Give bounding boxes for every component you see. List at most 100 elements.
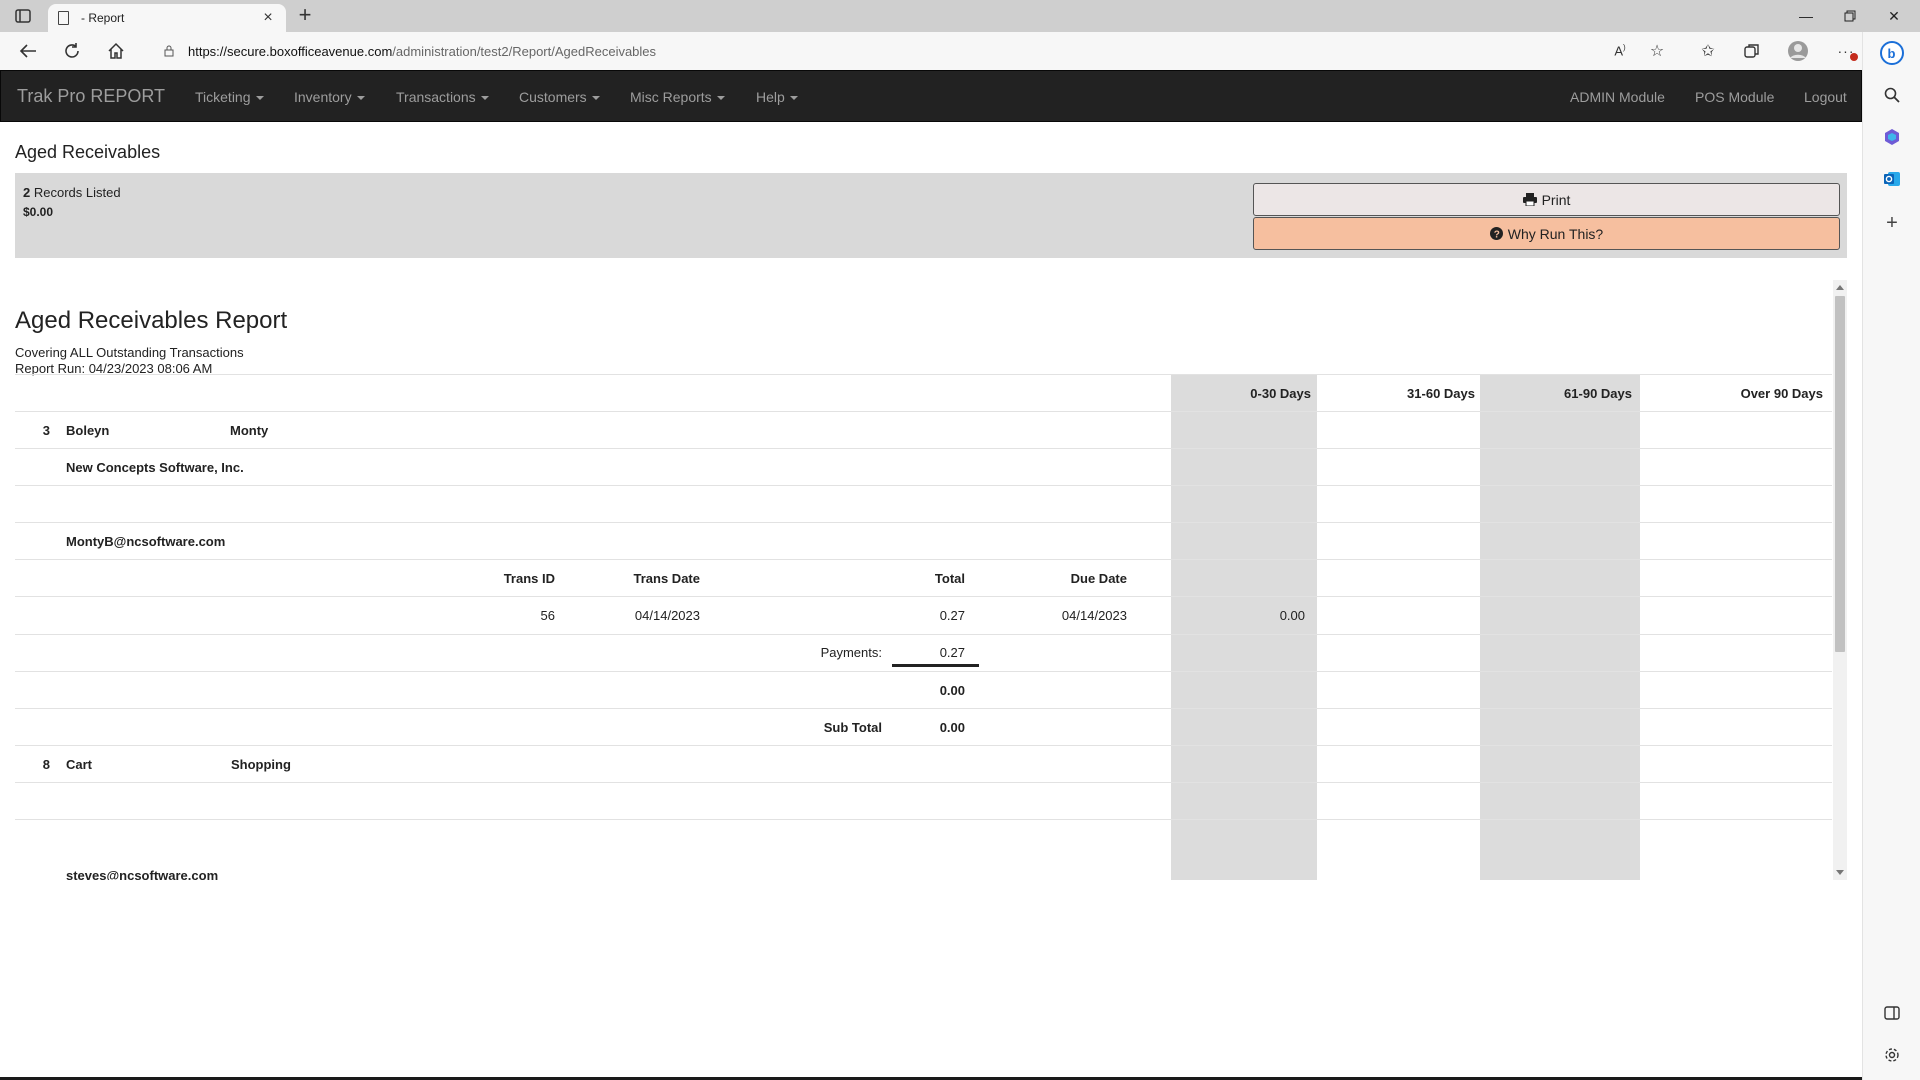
row-divider (15, 634, 1832, 635)
menu-inventory[interactable]: Inventory (294, 89, 365, 105)
question-circle-icon: ? (1489, 227, 1503, 241)
row-divider (15, 745, 1832, 746)
admin-module-link[interactable]: ADMIN Module (1570, 89, 1665, 105)
page-document-icon (58, 11, 69, 25)
browser-tab[interactable]: - Report × (48, 4, 286, 32)
office-icon[interactable] (1879, 124, 1905, 150)
header-over-90-days: Over 90 Days (1740, 386, 1823, 401)
sidebar-settings-icon[interactable] (1879, 1042, 1905, 1068)
subtotal-amount: 0.00 (939, 720, 965, 735)
menu-transactions[interactable]: Transactions (396, 89, 489, 105)
report-container: Aged Receivables Report Covering ALL Out… (15, 280, 1832, 880)
page-title: Aged Receivables (15, 142, 161, 162)
collections-icon[interactable] (1740, 39, 1764, 63)
header-0-30-days: 0-30 Days (1250, 386, 1311, 401)
row-divider (15, 411, 1832, 412)
header-total: Total (934, 571, 965, 586)
pos-module-link[interactable]: POS Module (1695, 89, 1774, 105)
row-divider (15, 708, 1832, 709)
close-window-icon[interactable]: ✕ (1872, 0, 1916, 32)
caret-down-icon (716, 96, 725, 101)
trans-id: 56 (540, 608, 555, 623)
header-trans-date: Trans Date (633, 571, 700, 586)
back-icon[interactable] (14, 37, 42, 65)
tab-title: - Report (81, 11, 125, 25)
row-divider (15, 596, 1832, 597)
settings-more-icon[interactable]: ··· (1834, 39, 1858, 63)
add-sidebar-app-icon[interactable]: + (1879, 210, 1905, 236)
brand-link[interactable]: Trak Pro REPORT (17, 86, 165, 107)
customer-id: 8 (42, 757, 50, 772)
summary-panel: 2 Records Listed $0.00 Print ? Why Run T… (15, 173, 1847, 258)
restore-icon[interactable] (1828, 0, 1872, 32)
profile-avatar-icon[interactable] (1786, 39, 1810, 63)
new-tab-icon[interactable]: + (294, 4, 316, 27)
report-covering: Covering ALL Outstanding Transactions (15, 345, 244, 360)
balance-amount: 0.00 (939, 683, 965, 698)
menu-misc-reports[interactable]: Misc Reports (630, 89, 725, 105)
search-icon[interactable] (1879, 82, 1905, 108)
menu-customers[interactable]: Customers (519, 89, 600, 105)
svg-text:b: b (1888, 46, 1896, 61)
url-domain: https://secure.boxofficeavenue.com (188, 43, 393, 59)
trans-date: 04/14/2023 (634, 608, 700, 623)
minimize-icon[interactable]: — (1784, 0, 1828, 32)
customer-email: MontyB@ncsoftware.com (66, 534, 226, 549)
close-tab-icon[interactable]: × (260, 9, 276, 27)
trans-total: 0.27 (939, 608, 965, 623)
customer-first-name: Shopping (231, 757, 291, 772)
customer-id: 3 (42, 423, 50, 438)
header-61-90-days: 61-90 Days (1564, 386, 1632, 401)
read-aloud-icon[interactable]: A) (1608, 39, 1632, 63)
svg-text:?: ? (1494, 230, 1500, 241)
customer-company: New Concepts Software, Inc. (66, 460, 244, 475)
scroll-down-arrow-icon[interactable] (1836, 870, 1844, 875)
caret-down-icon (789, 96, 798, 101)
records-listed: 2 Records Listed (23, 185, 121, 200)
browser-tab-bar: - Report × + — ✕ (0, 0, 1920, 32)
menu-help[interactable]: Help (756, 89, 798, 105)
customer-last-name: Cart (66, 757, 93, 772)
print-button[interactable]: Print (1253, 183, 1840, 216)
bing-chat-icon[interactable]: b (1879, 40, 1905, 66)
refresh-icon[interactable] (58, 37, 86, 65)
home-icon[interactable] (102, 37, 130, 65)
header-trans-id: Trans ID (503, 571, 555, 586)
customer-last-name: Boleyn (66, 423, 110, 438)
customer-email: steves@ncsoftware.com (66, 868, 219, 880)
why-run-this-button[interactable]: ? Why Run This? (1253, 217, 1840, 250)
header-31-60-days: 31-60 Days (1407, 386, 1475, 401)
logout-link[interactable]: Logout (1804, 89, 1847, 105)
total-amount: $0.00 (23, 205, 54, 219)
report-title: Aged Receivables Report (15, 307, 288, 334)
row-divider (15, 782, 1832, 783)
sum-underline (892, 664, 979, 667)
caret-down-icon (356, 96, 365, 101)
report-scrollbar[interactable] (1833, 280, 1847, 880)
outlook-icon[interactable] (1879, 166, 1905, 192)
payments-amount: 0.27 (939, 645, 965, 660)
tab-actions-icon[interactable] (12, 6, 34, 26)
payments-label: Payments: (820, 645, 882, 660)
row-divider (15, 522, 1832, 523)
customer-first-name: Monty (230, 423, 269, 438)
row-divider (15, 559, 1832, 560)
caret-down-icon (255, 96, 264, 101)
aging-column-61-90 (1480, 375, 1640, 880)
scrollbar-thumb[interactable] (1835, 296, 1845, 652)
browser-toolbar: https://secure.boxofficeavenue.com/admin… (0, 32, 1920, 70)
add-favorite-icon[interactable]: ☆ (1645, 39, 1669, 63)
lock-icon (164, 45, 174, 57)
menu-ticketing[interactable]: Ticketing (195, 89, 264, 105)
favorites-icon[interactable]: ✩ (1696, 39, 1720, 63)
row-divider (15, 448, 1832, 449)
header-due-date: Due Date (1070, 571, 1127, 586)
row-divider (15, 819, 1832, 820)
edge-sidebar: b + (1862, 32, 1920, 1080)
scroll-up-arrow-icon[interactable] (1836, 285, 1844, 290)
hide-sidebar-icon[interactable] (1879, 1000, 1905, 1026)
top-navbar: Trak Pro REPORT Ticketing Inventory Tran… (0, 70, 1862, 122)
web-page: Trak Pro REPORT Ticketing Inventory Tran… (0, 70, 1862, 1080)
row-divider (15, 374, 1832, 375)
address-bar[interactable]: https://secure.boxofficeavenue.com/admin… (144, 36, 1644, 66)
